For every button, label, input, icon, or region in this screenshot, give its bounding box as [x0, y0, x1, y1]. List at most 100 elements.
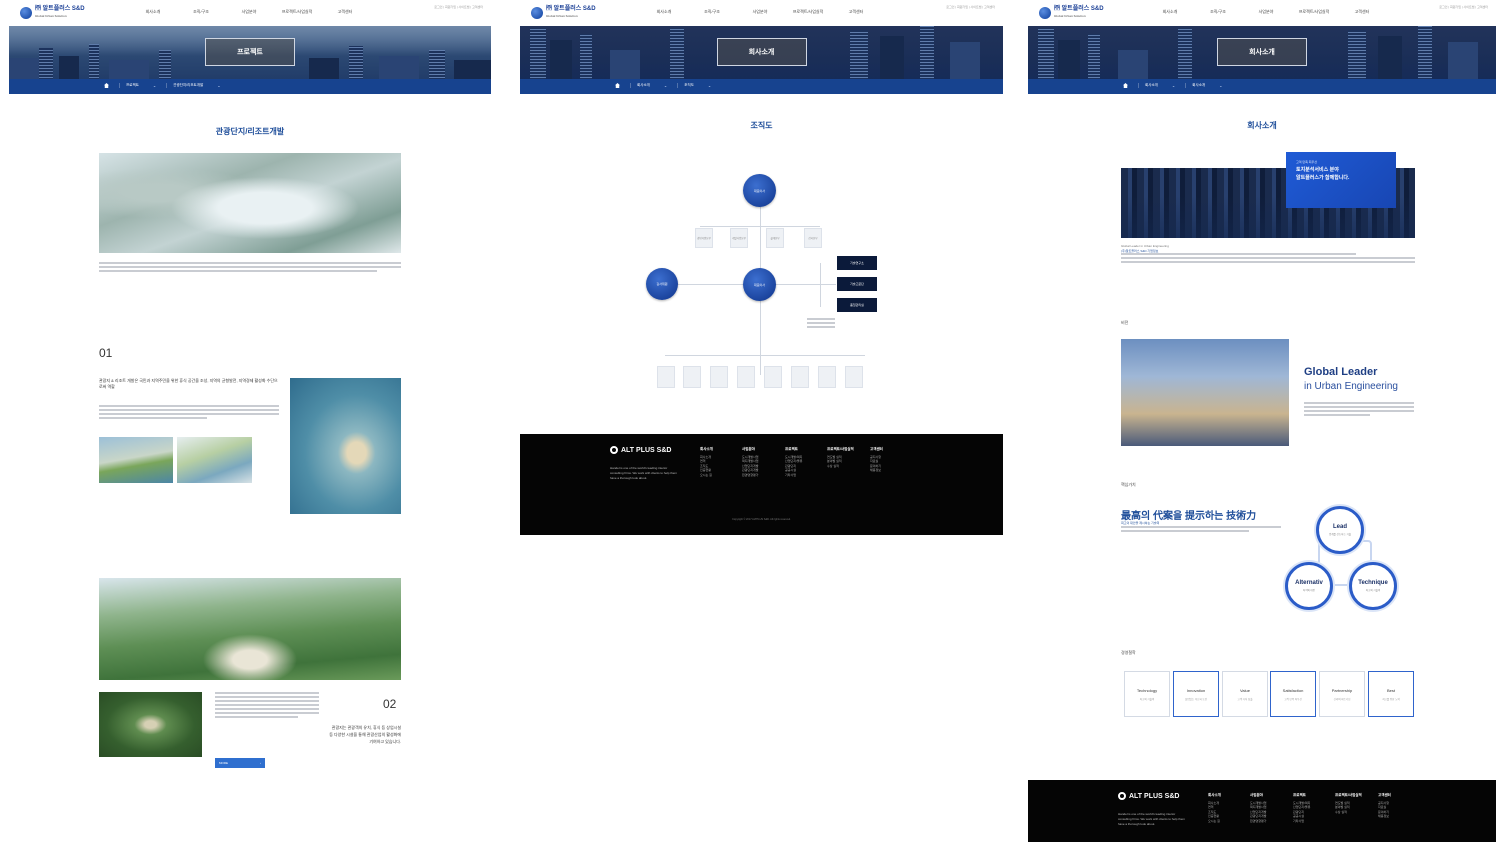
core-value-label: 핵심가치: [1121, 482, 1136, 487]
logo-icon: [20, 7, 32, 19]
logo-icon: [531, 7, 543, 19]
site-logo[interactable]: ㈜ 알트플러스 S&D Global Urban Solution: [531, 6, 596, 20]
org-dept-box: 품질관리실: [837, 298, 877, 312]
menu-item-company[interactable]: 회사소개: [1146, 9, 1194, 15]
home-icon[interactable]: [1123, 83, 1128, 88]
philosophy-label: 경영철학: [1121, 650, 1136, 655]
menu-item-support[interactable]: 고객센터: [1338, 9, 1386, 15]
brand-name: ㈜ 알트플러스 S&D: [546, 6, 596, 12]
island-aerial-image: [290, 378, 401, 514]
menu-item-projects[interactable]: 프로젝트/사업실적: [273, 9, 321, 15]
section-number-02: 02: [383, 697, 397, 711]
utility-links[interactable]: 로그인 | 회원가입 | 사이트맵 | 고객센터: [1439, 5, 1488, 9]
hero-banner: 회사소개 회사소개 ⌄ 회사소개 ⌄: [1028, 26, 1496, 94]
breadcrumb-level1[interactable]: 회사소개 ⌄: [1138, 83, 1175, 88]
footer-logo-icon: [610, 446, 618, 454]
vision-title: Global Leader: [1304, 366, 1378, 378]
top-navigation: ㈜ 알트플러스 S&D Global Urban Solution 회사소개 조직…: [1028, 0, 1496, 26]
main-menu: 회사소개 조직/구조 사업분야 프로젝트/사업실적 고객센터: [640, 9, 880, 15]
breadcrumb-level2[interactable]: 조직도 ⌄: [677, 83, 711, 88]
menu-item-business[interactable]: 사업분야: [736, 9, 784, 15]
hero-title: 회사소개: [1217, 38, 1307, 66]
chevron-down-icon: ⌄: [1171, 83, 1176, 88]
brand-sub: Global Urban Solution: [1054, 14, 1086, 18]
breadcrumb-level1[interactable]: 회사소개 ⌄: [630, 83, 667, 88]
footer-col-business: 사업분야 도시개발사업 택지개발사업 산업단지개발 관광단지개발 환경영향평가: [742, 447, 759, 477]
value-ring-technique: Technique 최고의 기술력: [1349, 562, 1397, 610]
footer-logo[interactable]: ALT PLUS S&D: [1118, 792, 1179, 800]
vision-subtitle: in Urban Engineering: [1304, 381, 1398, 392]
coast-image-1: [99, 437, 173, 483]
org-team-box: [737, 366, 755, 388]
menu-item-business[interactable]: 사업분야: [225, 9, 273, 15]
hero-title: 프로젝트: [205, 38, 295, 66]
project-page-panel: ㈜ 알트플러스 S&D Global Urban Solution 회사소개 조직…: [9, 0, 491, 842]
menu-item-company[interactable]: 회사소개: [129, 9, 177, 15]
org-subteam-list: [807, 318, 877, 330]
home-icon[interactable]: [615, 83, 620, 88]
breadcrumb-level2[interactable]: 회사소개 ⌄: [1185, 83, 1223, 88]
breadcrumb: 회사소개 ⌄ 회사소개 ⌄: [1028, 79, 1496, 94]
menu-item-projects[interactable]: 프로젝트/사업실적: [1290, 9, 1338, 15]
menu-item-company[interactable]: 회사소개: [640, 9, 688, 15]
footer-logo-icon: [1118, 792, 1126, 800]
section-text-02: [215, 692, 319, 720]
breadcrumb: 프로젝트 ⌄ 관광단지/리조트개발 ⌄: [9, 79, 491, 94]
menu-item-organization[interactable]: 조직/구조: [177, 9, 225, 15]
home-icon[interactable]: [104, 83, 109, 88]
breadcrumb-level1[interactable]: 프로젝트 ⌄: [119, 83, 156, 88]
chevron-down-icon: ⌄: [217, 83, 221, 88]
org-team-box: [683, 366, 701, 388]
value-card-value: Value 고객 가치 창출: [1222, 671, 1268, 717]
utility-links[interactable]: 로그인 | 회원가입 | 사이트맵 | 고객센터: [946, 5, 995, 9]
footer-logo[interactable]: ALT PLUS S&D: [610, 446, 671, 454]
value-card-innovation: Innovation 끊임없는 혁신과 도전: [1173, 671, 1219, 717]
value-card-satisfaction: Satisfaction 고객 만족 최우선: [1270, 671, 1316, 717]
main-menu: 회사소개 조직/구조 사업분야 프로젝트/사업실적 고객센터: [1146, 9, 1386, 15]
org-team-box: [818, 366, 836, 388]
brand-name: ㈜ 알트플러스 S&D: [35, 6, 85, 12]
section-heading-01: 관광지 & 리조트 개발은 국민과 지역주민을 위한 휴식 공간을 조성, 지역…: [99, 378, 278, 389]
org-node-audit: 감사위원: [646, 268, 678, 300]
menu-item-organization[interactable]: 조직/구조: [1194, 9, 1242, 15]
org-dept-box: 기술고문단: [837, 277, 877, 291]
section-title: 조직도: [750, 121, 773, 130]
more-button[interactable]: MORE ›: [215, 758, 265, 768]
footer-col-support: 고객센터 공지사항 자료실 문의하기 채용정보: [870, 447, 883, 472]
value-ring-lead: Lead 업계를 선도하는 기술: [1316, 506, 1364, 554]
footer-copyright: Copyright © 2017 ALTPLUS S&D. All rights…: [732, 518, 791, 521]
org-box: 경영지원본부: [695, 228, 713, 248]
org-node-president: 대표이사: [743, 268, 776, 301]
company-intro-panel: ㈜ 알트플러스 S&D Global Urban Solution 회사소개 조직…: [1028, 0, 1496, 842]
value-card-technology: Technology 최고의 기술력: [1124, 671, 1170, 717]
menu-item-support[interactable]: 고객센터: [832, 9, 880, 15]
org-box: 감리본부: [804, 228, 822, 248]
org-team-box: [764, 366, 782, 388]
footer-col-support: 고객센터 공지사항 자료실 문의하기 채용정보: [1378, 793, 1391, 818]
footer-col-company: 회사소개 회사소개 연혁 조직도 인증현황 오시는 길: [1208, 793, 1221, 823]
intro-text: Global Leader in Urban Engineering (주)알트…: [1121, 244, 1415, 265]
menu-item-organization[interactable]: 조직/구조: [688, 9, 736, 15]
menu-item-support[interactable]: 고객센터: [321, 9, 369, 15]
site-footer: ALT PLUS S&D Handel is one of the world'…: [1028, 780, 1496, 842]
site-logo[interactable]: ㈜ 알트플러스 S&D Global Urban Solution: [1039, 6, 1104, 20]
value-ring-alternative: Alternativ 최적의 대안: [1285, 562, 1333, 610]
arrow-right-icon: ›: [260, 761, 261, 765]
org-team-box: [791, 366, 809, 388]
menu-item-projects[interactable]: 프로젝트/사업실적: [784, 9, 832, 15]
footer-col-results: 프로젝트/사업실적 연도별 실적 분야별 실적 수상 실적: [1335, 793, 1362, 814]
footer-col-business: 사업분야 도시개발사업 택지개발사업 산업단지개발 관광단지개발 환경영향평가: [1250, 793, 1267, 823]
footer-description: Handel is one of the world's leading int…: [610, 466, 677, 480]
tower-image: [1121, 339, 1289, 446]
footer-col-results: 프로젝트/사업실적 연도별 실적 분야별 실적 수상 실적: [827, 447, 854, 468]
org-team-box: [710, 366, 728, 388]
chevron-down-icon: ⌄: [152, 83, 157, 88]
site-logo[interactable]: ㈜ 알트플러스 S&D Global Urban Solution: [20, 6, 85, 20]
forest-image: [99, 692, 202, 757]
vision-text: [1304, 402, 1414, 418]
breadcrumb-level2[interactable]: 관광단지/리조트개발 ⌄: [166, 83, 221, 88]
utility-links[interactable]: 로그인 | 회원가입 | 사이트맵 | 고객센터: [434, 5, 483, 9]
menu-item-business[interactable]: 사업분야: [1242, 9, 1290, 15]
intro-quote-card: 고객 만족 최우선 토지분석서비스 분야 알트플러스가 함께합니다.: [1286, 152, 1396, 208]
section-title: 관광단지/리조트개발: [215, 127, 285, 136]
